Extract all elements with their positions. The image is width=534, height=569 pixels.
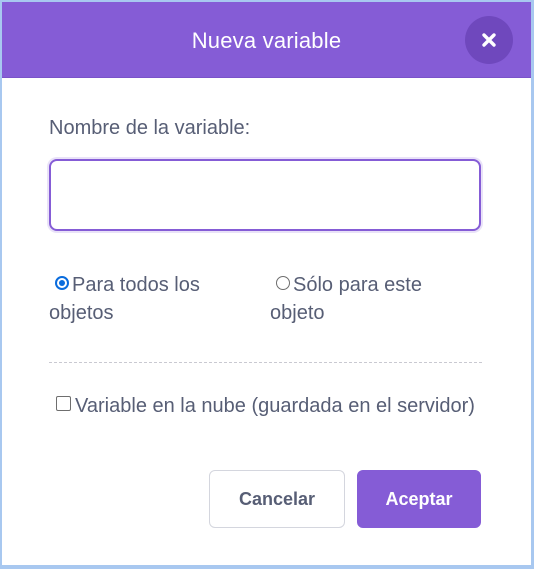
divider xyxy=(49,362,482,363)
scope-this-sprite-label: Sólo para este objeto xyxy=(270,274,422,324)
close-button[interactable] xyxy=(465,16,513,64)
dialog-title: Nueva variable xyxy=(191,28,342,53)
checkbox-icon[interactable] xyxy=(56,396,72,411)
scope-all-sprites-option[interactable]: Para todos los objetos xyxy=(49,271,249,327)
radio-selected-icon[interactable] xyxy=(55,276,69,290)
variable-name-label: Nombre de la variable: xyxy=(49,117,251,139)
scope-this-sprite-option[interactable]: Sólo para este objeto xyxy=(270,271,480,327)
dialog-header: Nueva variable xyxy=(2,2,531,78)
ok-button[interactable]: Aceptar xyxy=(357,470,481,528)
new-variable-dialog: Nueva variable Nombre de la variable: Pa… xyxy=(0,0,534,569)
radio-unselected-icon[interactable] xyxy=(276,276,290,290)
cloud-variable-option[interactable]: Variable en la nube (guardada en el serv… xyxy=(49,392,482,420)
variable-name-input[interactable] xyxy=(49,159,481,231)
cancel-button[interactable]: Cancelar xyxy=(209,470,345,528)
cloud-variable-label: Variable en la nube (guardada en el serv… xyxy=(75,395,475,417)
scope-all-sprites-label: Para todos los objetos xyxy=(49,274,200,324)
close-icon xyxy=(482,33,496,47)
